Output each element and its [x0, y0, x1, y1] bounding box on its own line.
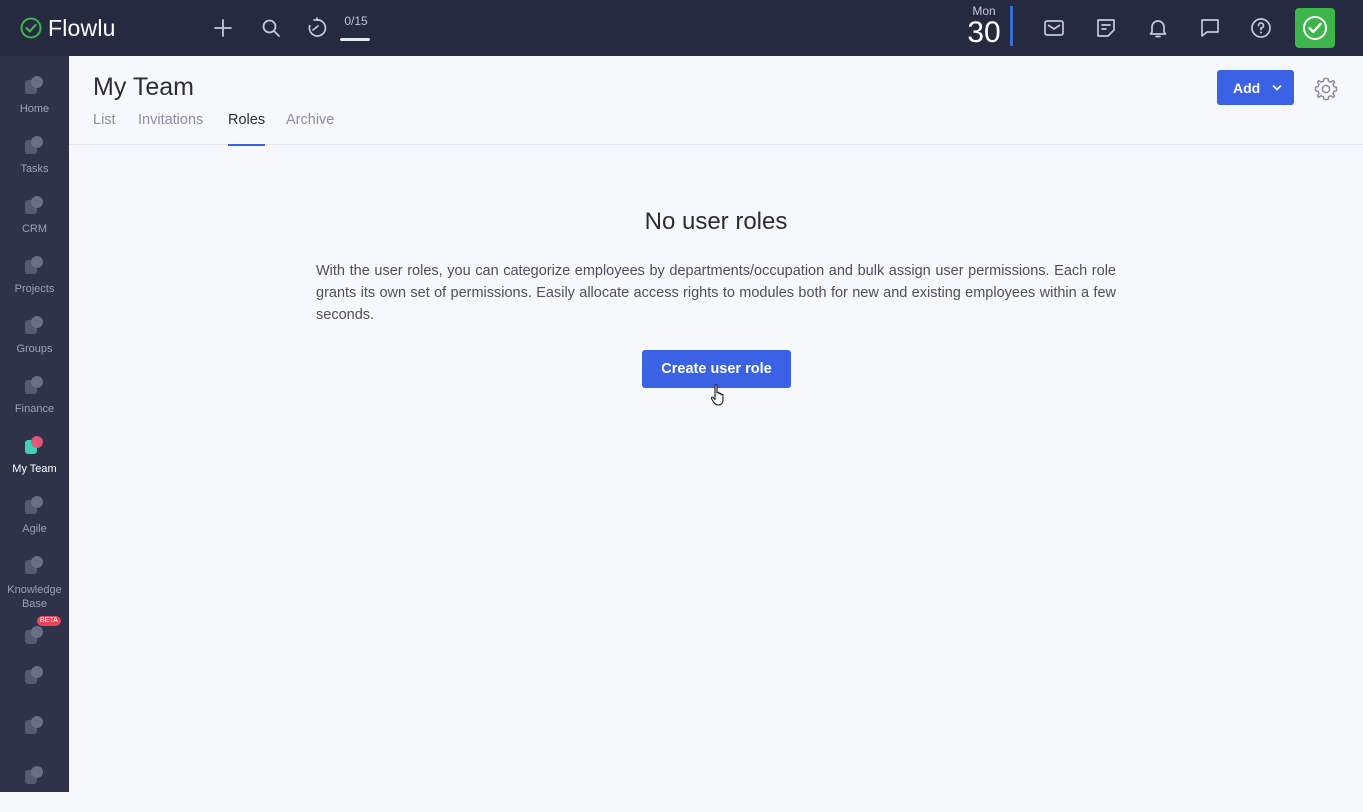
- timer-icon[interactable]: [302, 14, 330, 42]
- sidebar-item-groups[interactable]: Groups: [0, 302, 69, 362]
- feedback-icon: [22, 764, 46, 788]
- agile-icon: [22, 494, 46, 518]
- sidebar: Home Tasks CRM Projects Groups Finance My Team…: [0, 56, 69, 792]
- sidebar-item-feedback[interactable]: [0, 752, 69, 812]
- sidebar-item-label: Projects: [14, 283, 55, 295]
- avatar[interactable]: [1295, 8, 1335, 48]
- app-logo[interactable]: Flowlu: [20, 14, 116, 42]
- plus-icon[interactable]: [209, 14, 237, 42]
- sidebar-item-label: Home: [19, 103, 50, 115]
- notes-icon[interactable]: [1092, 14, 1120, 42]
- counter-text: 0/15: [344, 14, 368, 28]
- sidebar-item-projects[interactable]: Projects: [0, 242, 69, 302]
- top-bar: Flowlu 0/15 Mon 30: [0, 0, 1363, 56]
- beta-badge: BETA: [37, 616, 61, 626]
- knowledge-base-icon: [22, 554, 46, 578]
- sidebar-item-home[interactable]: Home: [0, 62, 69, 122]
- sidebar-item-label: Agile: [22, 523, 47, 535]
- empty-state-title: No user roles: [644, 208, 788, 235]
- sidebar-item-my-team[interactable]: My Team: [0, 422, 69, 482]
- sidebar-item-label: CRM: [21, 223, 48, 235]
- sidebar-item-label: Tasks: [20, 163, 49, 175]
- sidebar-item-knowledge-base[interactable]: Knowledge Base: [0, 542, 69, 610]
- sidebar-item-agile[interactable]: Agile: [0, 482, 69, 542]
- finance-icon: [22, 374, 46, 398]
- counter-progress: [340, 38, 370, 41]
- sidebar-item-tasks[interactable]: Tasks: [0, 122, 69, 182]
- mail-icon[interactable]: [1040, 14, 1068, 42]
- tab-invitations[interactable]: Invitations: [138, 112, 203, 145]
- flowlu-logo-icon: [20, 17, 42, 39]
- settings-icon: [22, 714, 46, 738]
- projects-icon: [22, 254, 46, 278]
- sidebar-item-label: Groups: [16, 343, 53, 355]
- sidebar-item-label: Finance: [14, 403, 55, 415]
- sidebar-item-label: My Team: [12, 463, 57, 475]
- chat-icon[interactable]: [1196, 14, 1224, 42]
- team-icon: [22, 434, 46, 458]
- hand-cursor-icon: [710, 383, 728, 407]
- crm-icon: [22, 194, 46, 218]
- bell-icon[interactable]: [1144, 14, 1172, 42]
- app-name: Flowlu: [48, 14, 116, 41]
- add-button-label: Add: [1233, 79, 1261, 96]
- gear-icon[interactable]: [1313, 76, 1339, 102]
- chevron-down-icon: [1272, 80, 1282, 96]
- help-icon[interactable]: [1247, 14, 1275, 42]
- timer-counter[interactable]: 0/15: [340, 14, 372, 44]
- tab-list[interactable]: List: [93, 112, 116, 145]
- search-icon[interactable]: [257, 14, 285, 42]
- tab-roles[interactable]: Roles: [228, 112, 266, 146]
- date-display[interactable]: Mon 30: [962, 4, 1006, 50]
- home-icon: [22, 74, 46, 98]
- tab-archive[interactable]: Archive: [286, 112, 334, 145]
- page-header: My Team List Invitations Roles Archive A…: [69, 56, 1363, 146]
- groups-icon: [22, 314, 46, 338]
- sidebar-item-finance[interactable]: Finance: [0, 362, 69, 422]
- tasks-icon: [22, 134, 46, 158]
- empty-state-description: With the user roles, you can categorize …: [316, 263, 1116, 323]
- date-number: 30: [967, 16, 1001, 49]
- date-divider: [1010, 6, 1013, 46]
- sidebar-item-crm[interactable]: CRM: [0, 182, 69, 242]
- beta-module-icon: [22, 624, 46, 648]
- add-button[interactable]: Add: [1217, 70, 1294, 105]
- page-title: My Team: [93, 73, 194, 101]
- sidebar-item-label: Knowledge Base: [7, 584, 62, 610]
- portal-icon: [22, 664, 46, 688]
